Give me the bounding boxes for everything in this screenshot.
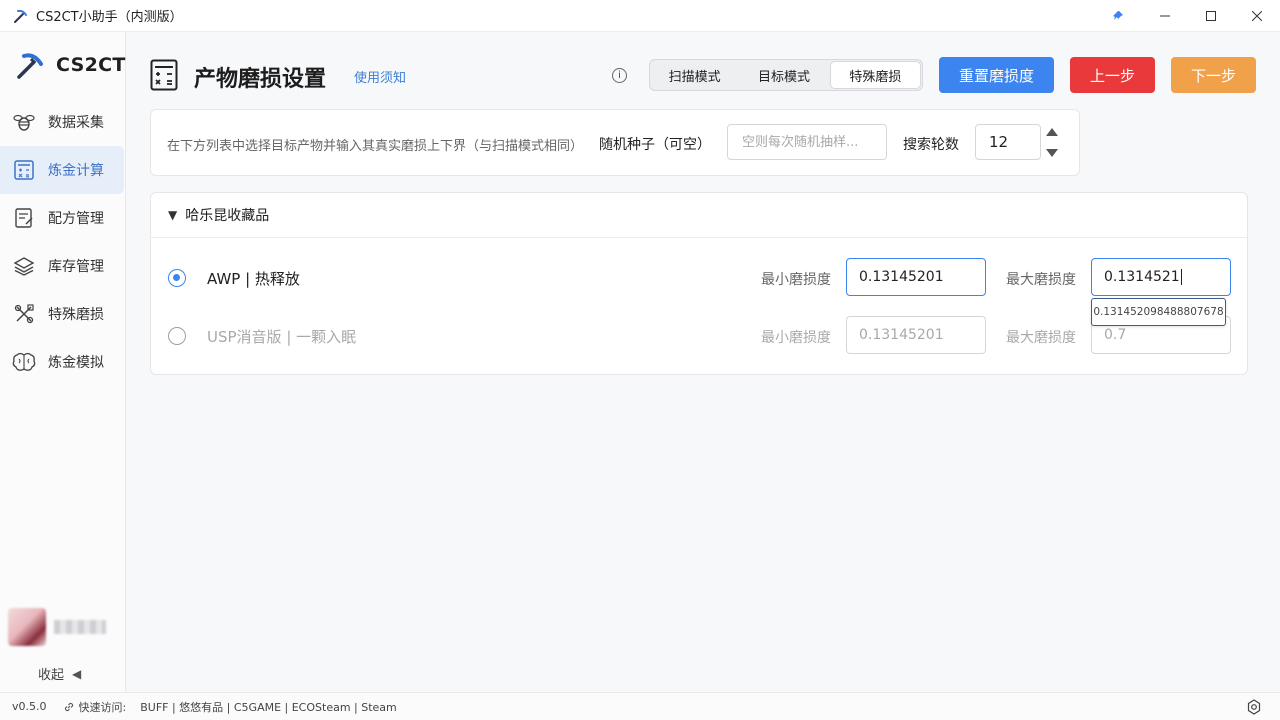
page-header: 产物磨损设置 使用须知 i 扫描模式 目标模式 特殊磨损 重置磨损度 上一步 下… bbox=[150, 56, 1256, 96]
quick-access: 快速访问: bbox=[63, 699, 127, 715]
close-icon bbox=[1252, 11, 1262, 21]
avatar bbox=[8, 608, 46, 646]
recipe-icon bbox=[12, 206, 36, 230]
version-label: v0.5.0 bbox=[12, 700, 47, 713]
sidebar-item-label: 库存管理 bbox=[48, 259, 104, 275]
brand: CS2CT bbox=[14, 50, 126, 80]
rounds-input[interactable]: 12 bbox=[975, 124, 1041, 160]
item-radio[interactable] bbox=[168, 269, 186, 287]
sidebar-item-label: 配方管理 bbox=[48, 211, 104, 227]
user-profile[interactable] bbox=[8, 608, 106, 646]
pickaxe-icon bbox=[12, 8, 28, 24]
sidebar-item-label: 炼金模拟 bbox=[48, 355, 104, 371]
sidebar-item-label: 数据采集 bbox=[48, 115, 104, 131]
item-name: AWP | 热释放 bbox=[207, 270, 300, 288]
calculator-icon bbox=[150, 59, 178, 91]
settings-gear-icon[interactable] bbox=[1246, 699, 1262, 715]
triangle-left-icon: ◀ bbox=[72, 666, 82, 681]
minimize-button[interactable] bbox=[1142, 0, 1188, 32]
collection-name: 哈乐昆收藏品 bbox=[185, 208, 270, 224]
sidebar-item-special-wear[interactable]: 特殊磨损 bbox=[0, 290, 126, 338]
brain-icon bbox=[12, 350, 36, 374]
settings-card: 在下方列表中选择目标产物并输入其真实磨损上下界（与扫描模式相同） 随机种子（可空… bbox=[150, 109, 1080, 176]
min-wear-label: 最小磨损度 bbox=[761, 272, 831, 288]
status-bar: v0.5.0 快速访问: BUFF | 悠悠有品 | C5GAME | ECOS… bbox=[0, 692, 1280, 720]
minimize-icon bbox=[1160, 15, 1170, 17]
maximize-button[interactable] bbox=[1188, 0, 1234, 32]
brand-name: CS2CT bbox=[56, 54, 126, 76]
username-blurred bbox=[54, 620, 106, 634]
min-wear-input[interactable]: 0.13145201 bbox=[846, 258, 986, 296]
next-step-button[interactable]: 下一步 bbox=[1171, 57, 1256, 93]
calculator-icon bbox=[12, 158, 36, 182]
maximize-icon bbox=[1206, 11, 1216, 21]
sidebar-item-data-collection[interactable]: 数据采集 bbox=[0, 98, 126, 146]
pickaxe-logo-icon bbox=[14, 50, 44, 80]
item-name: USP消音版 | 一颗入眠 bbox=[207, 328, 357, 346]
sidebar-item-recipe-mgmt[interactable]: 配方管理 bbox=[0, 194, 126, 242]
quick-access-label: 快速访问: bbox=[78, 700, 127, 714]
title-bar: CS2CT小助手（内测版） bbox=[0, 0, 1280, 32]
info-icon[interactable]: i bbox=[612, 68, 627, 83]
caret-down-icon: ▼ bbox=[168, 208, 178, 222]
max-wear-label: 最大磨损度 bbox=[1006, 330, 1076, 346]
max-wear-label: 最大磨损度 bbox=[1006, 272, 1076, 288]
collapse-button[interactable]: 收起 ◀ bbox=[38, 664, 82, 684]
collection-header[interactable]: ▼ 哈乐昆收藏品 bbox=[151, 193, 1247, 238]
tools-icon bbox=[12, 302, 36, 326]
wear-suggestion[interactable]: 0.131452098488807678 bbox=[1091, 298, 1226, 326]
item-row-usp: USP消音版 | 一颗入眠 最小磨损度 0.13145201 最大磨损度 0.7 bbox=[151, 316, 1249, 356]
rounds-label: 搜索轮数 bbox=[903, 137, 959, 153]
page-title: 产物磨损设置 bbox=[194, 67, 327, 92]
close-button[interactable] bbox=[1234, 0, 1280, 32]
help-link[interactable]: 使用须知 bbox=[354, 67, 406, 86]
min-wear-label: 最小磨损度 bbox=[761, 330, 831, 346]
min-wear-input[interactable]: 0.13145201 bbox=[846, 316, 986, 354]
bee-icon bbox=[12, 110, 36, 134]
sidebar: CS2CT 数据采集 炼金计算 配方管理 库存管理 特殊磨损 炼金模拟 收起 ◀ bbox=[0, 32, 126, 692]
reset-wear-button[interactable]: 重置磨损度 bbox=[939, 57, 1054, 93]
sidebar-item-label: 特殊磨损 bbox=[48, 307, 104, 323]
max-wear-value: 0.1314521 bbox=[1104, 269, 1180, 285]
link-icon bbox=[63, 701, 75, 713]
mode-special-wear[interactable]: 特殊磨损 bbox=[829, 61, 921, 89]
spin-up-icon[interactable] bbox=[1045, 126, 1059, 138]
seed-label: 随机种子（可空） bbox=[599, 137, 711, 153]
sidebar-item-label: 炼金计算 bbox=[48, 163, 104, 179]
settings-hint: 在下方列表中选择目标产物并输入其真实磨损上下界（与扫描模式相同） bbox=[167, 139, 584, 154]
collapse-label: 收起 bbox=[38, 668, 65, 683]
sidebar-item-alchemy-sim[interactable]: 炼金模拟 bbox=[0, 338, 126, 386]
layers-icon bbox=[12, 254, 36, 278]
pin-icon[interactable] bbox=[1106, 0, 1130, 32]
mode-scan[interactable]: 扫描模式 bbox=[650, 60, 739, 90]
collection-card: ▼ 哈乐昆收藏品 AWP | 热释放 最小磨损度 0.13145201 最大磨损… bbox=[150, 192, 1248, 375]
text-cursor bbox=[1180, 269, 1182, 285]
quick-links[interactable]: BUFF | 悠悠有品 | C5GAME | ECOSteam | Steam bbox=[140, 699, 397, 715]
prev-step-button[interactable]: 上一步 bbox=[1070, 57, 1155, 93]
mode-target[interactable]: 目标模式 bbox=[739, 60, 828, 90]
max-wear-input[interactable]: 0.1314521 bbox=[1091, 258, 1231, 296]
sidebar-nav: 数据采集 炼金计算 配方管理 库存管理 特殊磨损 炼金模拟 bbox=[0, 98, 126, 386]
sidebar-item-inventory-mgmt[interactable]: 库存管理 bbox=[0, 242, 126, 290]
window-title: CS2CT小助手（内测版） bbox=[36, 10, 183, 25]
item-radio[interactable] bbox=[168, 327, 186, 345]
spin-down-icon[interactable] bbox=[1045, 147, 1059, 159]
sidebar-item-alchemy-calc[interactable]: 炼金计算 bbox=[0, 146, 124, 194]
mode-switch: 扫描模式 目标模式 特殊磨损 bbox=[649, 59, 923, 91]
seed-input[interactable] bbox=[727, 124, 887, 160]
item-row-awp: AWP | 热释放 最小磨损度 0.13145201 最大磨损度 0.13145… bbox=[151, 258, 1249, 298]
